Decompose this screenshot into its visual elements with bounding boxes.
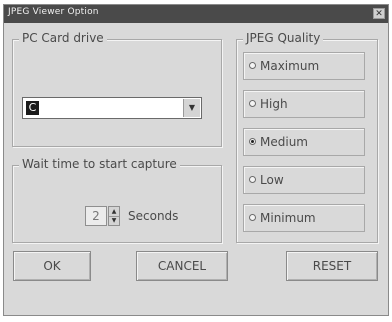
- quality-label-maximum: Maximum: [260, 59, 320, 73]
- wait-time-spinner[interactable]: ▲ ▼: [108, 206, 120, 226]
- window-title: JPEG Viewer Option: [8, 7, 99, 17]
- quality-option-low[interactable]: Low: [243, 166, 365, 194]
- pc-card-drive-group: PC Card drive C ▼: [12, 31, 222, 147]
- quality-option-medium[interactable]: Medium: [243, 128, 365, 156]
- quality-radio-minimum[interactable]: [249, 214, 256, 221]
- quality-label-minimum: Minimum: [260, 211, 316, 225]
- quality-option-maximum[interactable]: Maximum: [243, 52, 365, 80]
- quality-label-high: High: [260, 97, 288, 111]
- close-icon[interactable]: ✕: [373, 8, 385, 19]
- quality-radio-low[interactable]: [249, 176, 256, 183]
- pc-card-drive-legend: PC Card drive: [19, 31, 107, 45]
- ok-button[interactable]: OK: [13, 251, 91, 281]
- wait-time-group: Wait time to start capture 2 ▲ ▼ Seconds: [12, 157, 222, 243]
- chevron-down-icon[interactable]: ▼: [109, 216, 119, 225]
- quality-label-low: Low: [260, 173, 284, 187]
- options-dialog: JPEG Viewer Option ✕ PC Card drive C ▼ W…: [3, 4, 389, 316]
- pc-card-drive-select[interactable]: C ▼: [22, 97, 202, 119]
- quality-radio-maximum[interactable]: [249, 62, 256, 69]
- wait-time-legend: Wait time to start capture: [19, 157, 180, 171]
- reset-button[interactable]: RESET: [286, 251, 378, 281]
- quality-option-high[interactable]: High: [243, 90, 365, 118]
- chevron-down-icon[interactable]: ▼: [183, 99, 200, 117]
- quality-radio-medium[interactable]: [249, 138, 256, 145]
- pc-card-drive-value: C: [26, 101, 39, 115]
- wait-time-unit-label: Seconds: [128, 209, 179, 223]
- quality-option-minimum[interactable]: Minimum: [243, 204, 365, 232]
- jpeg-quality-legend: JPEG Quality: [243, 31, 324, 45]
- cancel-button[interactable]: CANCEL: [136, 251, 228, 281]
- wait-time-input[interactable]: 2: [85, 206, 107, 226]
- quality-radio-high[interactable]: [249, 100, 256, 107]
- jpeg-quality-group: JPEG Quality Maximum High Medium Low Min…: [236, 31, 378, 243]
- quality-label-medium: Medium: [260, 135, 308, 149]
- title-bar: JPEG Viewer Option ✕: [4, 5, 388, 23]
